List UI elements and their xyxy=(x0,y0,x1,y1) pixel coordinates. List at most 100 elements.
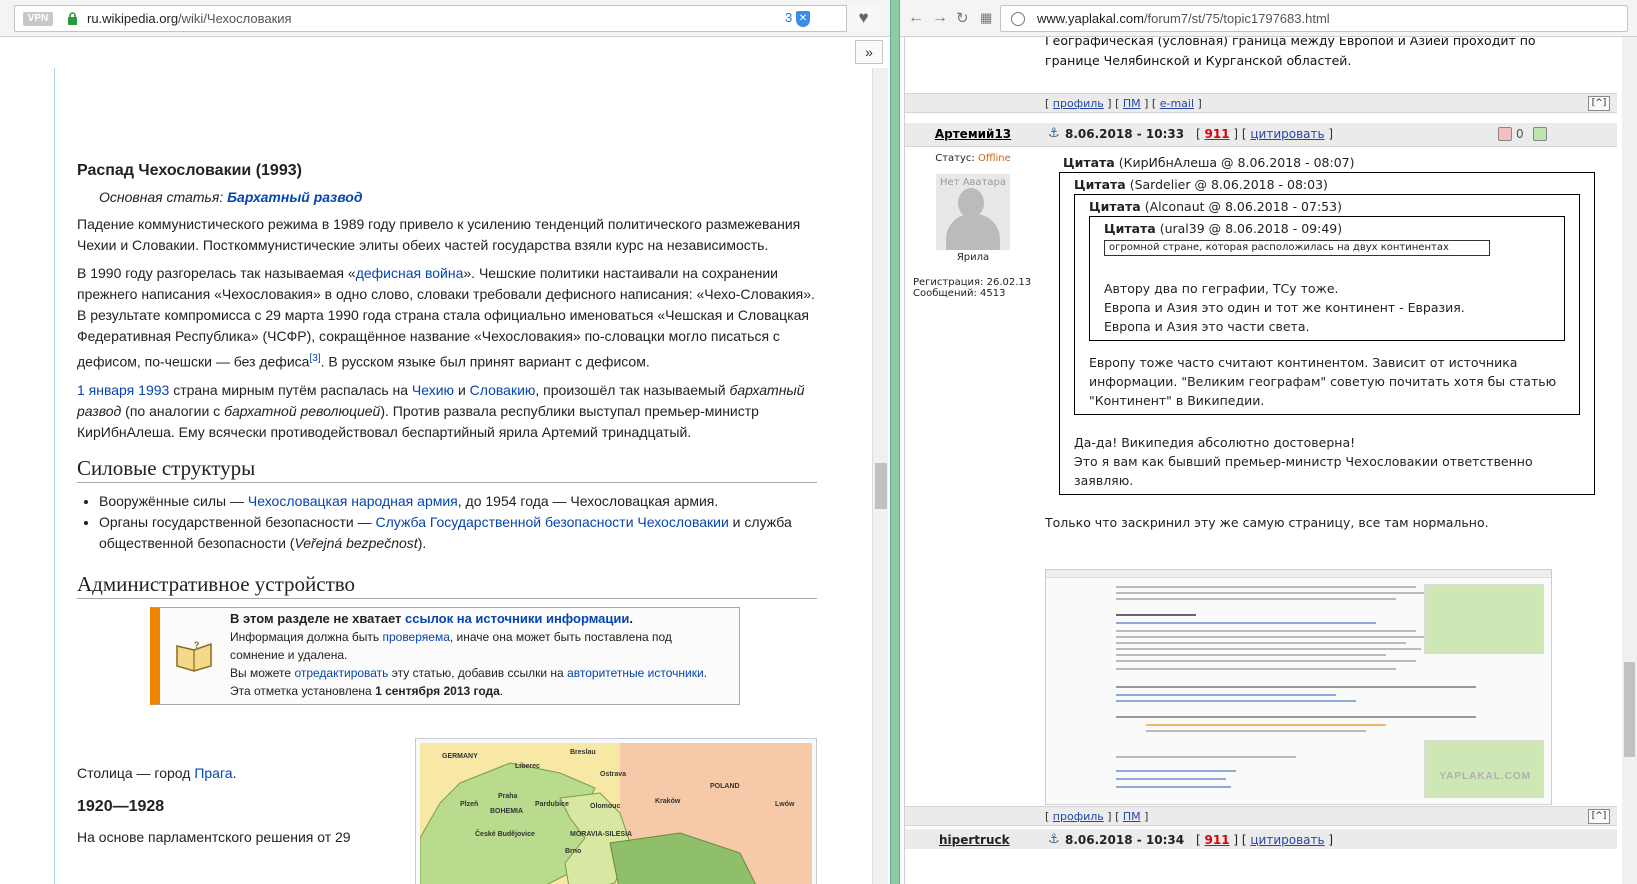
hatnote-link[interactable]: Бархатный развод xyxy=(227,189,362,205)
anchor-icon[interactable]: ⚓ xyxy=(1048,832,1060,847)
left-address-bar[interactable]: VPN ru.wikipedia.org/wiki/Чехословакия 3… xyxy=(14,5,880,32)
right-scrollbar-thumb[interactable] xyxy=(1624,662,1635,757)
link-edit[interactable]: отредактировать xyxy=(294,666,388,680)
url-path: /wiki/Чехословакия xyxy=(178,11,292,26)
map-label: POLAND xyxy=(710,783,740,790)
quote-link[interactable]: цитировать xyxy=(1250,127,1324,141)
next-post-author[interactable]: hipertruck xyxy=(939,833,1010,847)
left-scrollbar[interactable] xyxy=(872,68,888,884)
pm-link[interactable]: ПМ xyxy=(1123,97,1141,110)
link-date[interactable]: 1 января 1993 xyxy=(77,382,169,398)
quote-header: Цитата (Sardelier @ 8.06.2018 - 08:03) xyxy=(1074,177,1328,192)
link-hyphen-war[interactable]: дефисная война xyxy=(356,265,464,281)
link-verifiable[interactable]: проверяема xyxy=(382,630,449,644)
reply-text: Только что заскринил эту же самую страни… xyxy=(1045,515,1489,530)
section-heading-1920: 1920—1928 xyxy=(77,798,165,815)
pm-link[interactable]: ПМ xyxy=(1123,810,1141,823)
map-label: Praha xyxy=(498,793,518,800)
grid-icon[interactable]: ▦ xyxy=(980,10,992,26)
thumb-up-icon[interactable] xyxy=(1533,127,1547,141)
list-item: Органы государственной безопасности — Сл… xyxy=(99,512,817,554)
capital-line: Столица — город Прага. xyxy=(77,765,237,781)
left-scrollbar-thumb[interactable] xyxy=(875,463,887,509)
heart-icon[interactable]: ♥ xyxy=(846,5,880,32)
map-label: Pardubice xyxy=(535,801,569,808)
vpn-badge[interactable]: VPN xyxy=(23,12,53,26)
author-rank: Ярила xyxy=(956,252,990,263)
quote-header: Цитата (ural39 @ 8.06.2018 - 09:49) xyxy=(1104,221,1343,236)
paragraph-1: Падение коммунистического режима в 1989 … xyxy=(77,216,801,253)
map-label: Lwów xyxy=(775,801,795,808)
reload-icon[interactable]: ↻ xyxy=(956,9,969,27)
link-czechia[interactable]: Чехию xyxy=(412,382,454,398)
ref-link[interactable]: [3] xyxy=(309,353,320,364)
right-browser-window: ← → ↻ ▦ www.yaplakal.com/forum7/st/75/to… xyxy=(900,0,1637,884)
forward-icon[interactable]: → xyxy=(932,9,948,27)
hatnote: Основная статья: Бархатный развод xyxy=(99,189,363,205)
quote-link[interactable]: цитировать xyxy=(1250,833,1324,847)
link-army[interactable]: Чехословацкая народная армия xyxy=(248,493,458,509)
profile-link[interactable]: профиль xyxy=(1053,810,1104,823)
code-quote: огромной стране, которая расположилась н… xyxy=(1104,240,1490,256)
map-shapes xyxy=(420,743,812,884)
thumb-down-icon[interactable] xyxy=(1498,127,1512,141)
right-url[interactable]: www.yaplakal.com/forum7/st/75/topic17976… xyxy=(1037,11,1330,26)
notice-line-2: Вы можете отредактировать эту статью, до… xyxy=(230,665,708,680)
tracker-count: 3 xyxy=(785,10,793,25)
window-divider[interactable] xyxy=(890,0,900,884)
notice-title: В этом разделе не хватает ссылок на исто… xyxy=(230,610,633,626)
map-label: MORAVIA-SILESIA xyxy=(570,831,633,838)
quote-header: Цитата (Alconaut @ 8.06.2018 - 07:53) xyxy=(1089,199,1342,214)
content-border xyxy=(54,68,55,884)
paragraph-4: На основе парламентского решения от 29 xyxy=(77,829,351,845)
paragraph-3: 1 января 1993 страна мирным путём распал… xyxy=(77,381,805,440)
post-date: 8.06.2018 - 10:33 xyxy=(1065,127,1185,141)
notice-line-3: Эта отметка установлена 1 сентября 2013 … xyxy=(230,683,504,698)
left-url[interactable]: ru.wikipedia.org/wiki/Чехословакия xyxy=(87,11,292,26)
scroll-up-button[interactable]: [^] xyxy=(1588,809,1610,824)
url-path: /forum7/st/75/topic1797683.html xyxy=(1143,11,1330,26)
forces-list: Вооружённые силы — Чехословацкая народна… xyxy=(99,491,817,554)
left-toolbar: VPN ru.wikipedia.org/wiki/Чехословакия 3… xyxy=(0,0,890,37)
list-item: Вооружённые силы — Чехословацкая народна… xyxy=(99,491,817,512)
post-rating-bar: [ 911 ] [ цитировать ] xyxy=(1196,127,1334,141)
right-address-bar[interactable]: www.yaplakal.com/forum7/st/75/topic17976… xyxy=(1000,5,1628,32)
avatar[interactable]: Нет Аватара xyxy=(936,174,1010,250)
citation-notice-box: ? В этом разделе не хватает ссылок на ис… xyxy=(150,606,740,705)
map-thumbnail[interactable]: GERMANY POLAND BOHEMIA MORAVIA-SILESIA B… xyxy=(415,738,817,884)
more-button[interactable]: » xyxy=(855,40,883,64)
wiki-article: Распад Чехословакии (1993) Основная стат… xyxy=(77,160,817,705)
profile-link[interactable]: профиль xyxy=(1053,97,1104,110)
shield-icon[interactable]: ✕ xyxy=(796,11,810,27)
link-authoritative[interactable]: авторитетные источники xyxy=(567,666,704,680)
anchor-icon[interactable]: ⚓ xyxy=(1048,126,1060,141)
paragraph-2: В 1990 году разгорелась так называемая «… xyxy=(77,265,815,370)
quote-box-3: Цитата (ural39 @ 8.06.2018 - 09:49) огро… xyxy=(1089,216,1565,341)
avatar-label: Нет Аватара xyxy=(940,177,1006,188)
link-prague[interactable]: Прага xyxy=(194,765,232,781)
post-author[interactable]: Артемий13 xyxy=(905,127,1041,141)
link-sources[interactable]: ссылок на источники информации xyxy=(405,611,629,626)
book-icon: ? xyxy=(176,640,212,672)
back-icon[interactable]: ← xyxy=(908,9,924,27)
globe-icon xyxy=(1011,12,1025,26)
wiki-article-lower: Столица — город Прага. 1920—1928 На осно… xyxy=(77,763,407,848)
link-stb[interactable]: Служба Государственной безопасности Чехо… xyxy=(376,514,729,530)
attached-screenshot[interactable]: YAPLAKAL.COM xyxy=(1045,569,1552,805)
forum-page: Географическая (условная) граница между … xyxy=(904,37,1617,884)
scroll-up-button[interactable]: [^] xyxy=(1588,96,1610,111)
email-link[interactable]: e-mail xyxy=(1160,97,1194,110)
quote-box-2: Цитата (Alconaut @ 8.06.2018 - 07:53) Ци… xyxy=(1074,194,1580,415)
link-slovakia[interactable]: Словакию xyxy=(470,382,536,398)
quote-box-1: Цитата (Sardelier @ 8.06.2018 - 08:03) Ц… xyxy=(1059,172,1595,495)
quote-level-1: Цитата (КирИбнАлеша @ 8.06.2018 - 08:07)… xyxy=(1059,153,1595,495)
next-post-rating[interactable]: 911 xyxy=(1205,833,1230,847)
map-label: Kraków xyxy=(655,798,681,805)
map-label: Ostrava xyxy=(600,771,627,778)
map-label: BOHEMIA xyxy=(490,808,524,815)
author-stats: Регистрация: 26.02.13 Сообщений: 4513 xyxy=(913,277,1032,299)
right-scrollbar[interactable] xyxy=(1622,37,1637,884)
left-browser-window: VPN ru.wikipedia.org/wiki/Чехословакия 3… xyxy=(0,0,890,884)
watermark: YAPLAKAL.COM xyxy=(1439,771,1531,782)
post-rating[interactable]: 911 xyxy=(1205,127,1230,141)
